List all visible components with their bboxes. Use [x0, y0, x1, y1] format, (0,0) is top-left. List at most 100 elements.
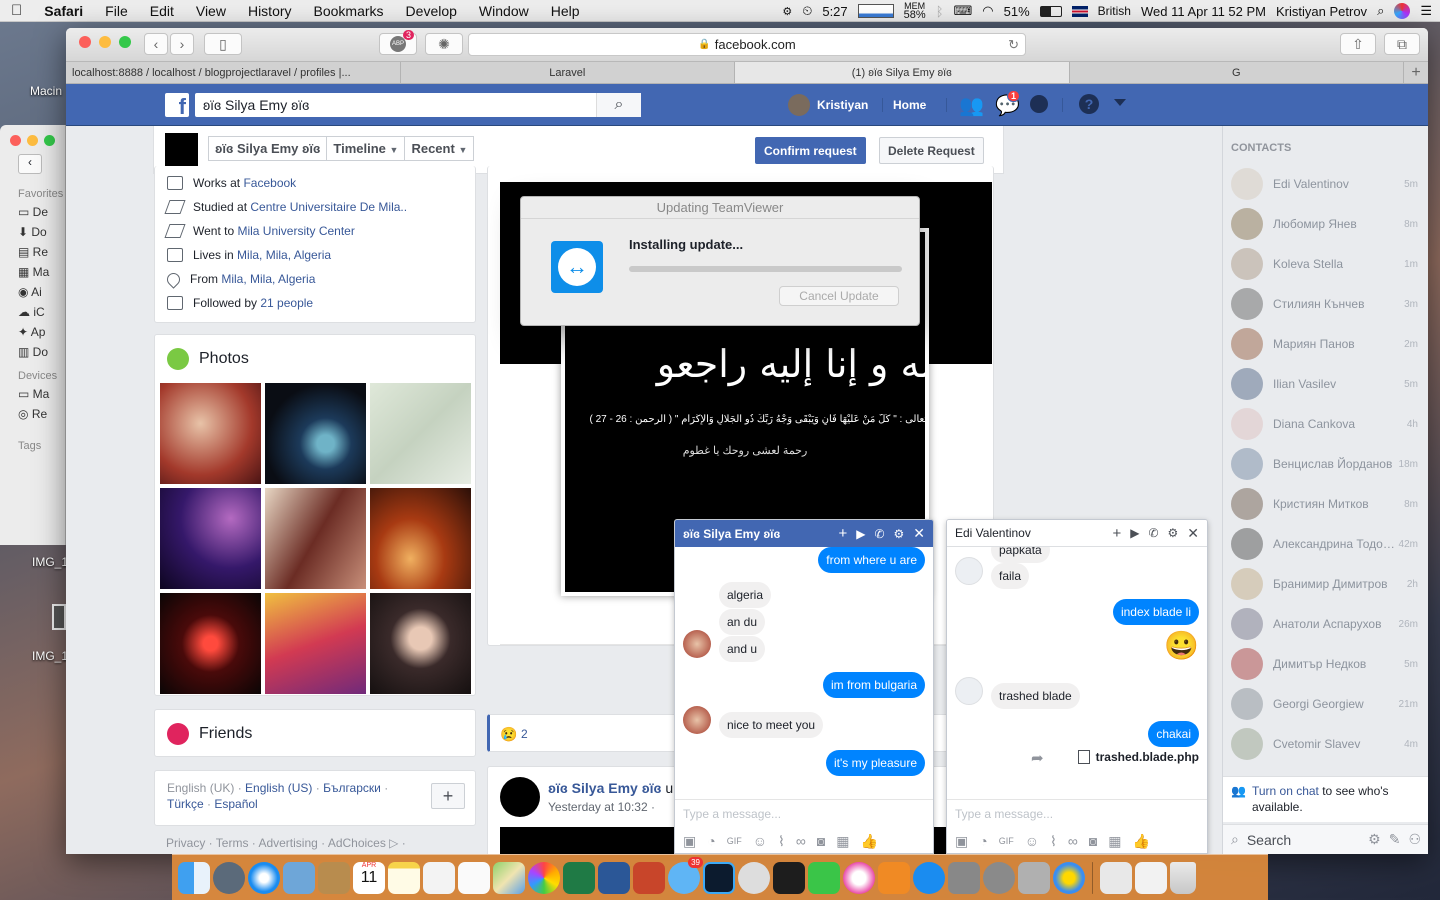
- preview-icon[interactable]: [283, 861, 315, 894]
- chat-title[interactable]: Edi Valentinov: [955, 526, 1104, 540]
- language-tr[interactable]: Türkçe: [167, 797, 204, 811]
- gear-icon[interactable]: ⚙: [1168, 526, 1179, 540]
- terminal-icon[interactable]: [773, 861, 805, 894]
- phone-icon[interactable]: ✆: [874, 527, 884, 541]
- finder-item-applications[interactable]: ✦ Ap: [0, 322, 65, 342]
- chat-input[interactable]: Type a message...: [947, 799, 1207, 827]
- photo-thumbnail[interactable]: [370, 383, 471, 484]
- profile-thumbnail[interactable]: [165, 133, 198, 166]
- intro-link-followers[interactable]: 21 people: [260, 296, 313, 310]
- contacts-app-icon[interactable]: [318, 861, 350, 894]
- finder-minimize-button[interactable]: [27, 135, 38, 146]
- sequel-pro-icon[interactable]: [738, 861, 770, 894]
- contact-item[interactable]: Бранимир Димитров 2h: [1223, 564, 1428, 604]
- address-bar[interactable]: 🔒 facebook.com ↻: [468, 33, 1026, 56]
- fb-home-link[interactable]: Home: [893, 98, 926, 112]
- spotlight-icon[interactable]: ⌕: [1377, 3, 1384, 19]
- desktop-label-hd[interactable]: Macin: [30, 84, 62, 98]
- new-tab-button[interactable]: +: [1404, 62, 1428, 83]
- wifi-icon[interactable]: ◠: [982, 3, 993, 19]
- powerpoint-icon[interactable]: [633, 861, 665, 894]
- fb-footer[interactable]: Privacy · Terms · Advertising · AdChoice…: [166, 836, 406, 850]
- user-menu[interactable]: Kristiyan Petrov: [1276, 4, 1367, 19]
- gear-icon[interactable]: ⚙: [894, 527, 905, 541]
- cpu-graph-icon[interactable]: [857, 4, 894, 18]
- contact-item[interactable]: Cvetomir Slavev 4m: [1223, 724, 1428, 764]
- chat-input[interactable]: Type a message...: [675, 799, 933, 827]
- clock[interactable]: Wed 11 Apr 11 52 PM: [1141, 4, 1266, 19]
- finder-item-desktop[interactable]: ▭ De: [0, 202, 65, 222]
- video-call-icon[interactable]: ▶: [856, 527, 865, 541]
- fb-logo[interactable]: f: [165, 93, 189, 118]
- contact-item[interactable]: Georgi Georgiew 21m: [1223, 684, 1428, 724]
- message-bubble-outgoing[interactable]: index blade li: [1112, 599, 1199, 625]
- contact-item[interactable]: Стилиян Кънчев 3m: [1223, 284, 1428, 324]
- finder-item-mac[interactable]: ▭ Ma: [0, 384, 65, 404]
- desktop-label-img1[interactable]: IMG_1: [32, 555, 68, 569]
- avatar[interactable]: [955, 557, 983, 585]
- itunes-icon[interactable]: [843, 861, 875, 894]
- reaction-count[interactable]: 2: [521, 727, 528, 741]
- timeline-dropdown[interactable]: Timeline ▼: [327, 137, 406, 160]
- avatar[interactable]: [683, 706, 711, 734]
- emoji-message[interactable]: 😀: [1164, 629, 1199, 662]
- language-en-us[interactable]: English (US): [245, 781, 312, 795]
- excel-icon[interactable]: [563, 861, 595, 894]
- contact-item[interactable]: Edi Valentinov 5m: [1223, 164, 1428, 204]
- contact-item[interactable]: Koleva Stella 1m: [1223, 244, 1428, 284]
- notification-center-icon[interactable]: ☰: [1420, 3, 1432, 19]
- keyboard-icon[interactable]: ⌨: [954, 3, 973, 19]
- battery-text[interactable]: 51%: [1004, 4, 1030, 19]
- photo-thumbnail[interactable]: [370, 593, 471, 694]
- timer-icon[interactable]: ⏲: [802, 3, 812, 19]
- link-icon[interactable]: ∞: [796, 833, 806, 849]
- utorrent-icon[interactable]: [1100, 861, 1132, 894]
- desktop-label-img2[interactable]: IMG_1: [32, 649, 68, 663]
- tab-google[interactable]: G: [1070, 62, 1404, 83]
- word-icon[interactable]: [598, 861, 630, 894]
- finder-back-button[interactable]: ‹: [18, 154, 42, 174]
- minimize-button[interactable]: [99, 36, 111, 48]
- photo-thumbnail[interactable]: [160, 383, 261, 484]
- calendar-icon[interactable]: APR 11: [353, 861, 385, 894]
- photo-thumbnail[interactable]: [265, 488, 366, 589]
- message-bubble-outgoing[interactable]: from where u are: [818, 547, 925, 573]
- video-call-icon[interactable]: ▶: [1130, 526, 1139, 540]
- contact-item[interactable]: Кристиян Митков 8m: [1223, 484, 1428, 524]
- camera-icon[interactable]: ◙: [1089, 833, 1097, 849]
- finder-item-recents[interactable]: ▤ Re: [0, 242, 65, 262]
- reminders-icon[interactable]: [458, 861, 490, 894]
- photo-thumbnail[interactable]: [265, 593, 366, 694]
- sad-reaction-icon[interactable]: 😢: [500, 726, 517, 743]
- avatar[interactable]: [683, 630, 711, 658]
- help-icon[interactable]: ?: [1079, 94, 1099, 114]
- menu-history[interactable]: History: [237, 3, 303, 19]
- status-icon[interactable]: ⚙: [782, 5, 792, 18]
- finder-item-documents[interactable]: ▥ Do: [0, 342, 65, 362]
- message-bubble-outgoing[interactable]: it's my pleasure: [826, 750, 925, 776]
- sidebar-button[interactable]: ▯: [204, 33, 242, 55]
- tabs-overview-button[interactable]: ⧉: [1384, 33, 1420, 55]
- close-icon[interactable]: ✕: [913, 525, 925, 542]
- language-bg[interactable]: Български: [323, 781, 381, 795]
- system-preferences-icon[interactable]: [983, 861, 1015, 894]
- finder-item-macintosh[interactable]: ▦ Ma: [0, 262, 65, 282]
- menu-file[interactable]: File: [94, 3, 139, 19]
- post-author[interactable]: ʚïɞ Silya Emy ʚïɞ u: [548, 780, 673, 796]
- back-button[interactable]: ‹: [144, 33, 168, 55]
- gif-icon[interactable]: GIF: [727, 836, 742, 846]
- contact-item[interactable]: Любомир Янев 8m: [1223, 204, 1428, 244]
- photos-icon[interactable]: [528, 861, 560, 894]
- adblock-button[interactable]: ABP 3: [379, 30, 417, 55]
- message-bubble-incoming[interactable]: faila: [991, 563, 1030, 589]
- tab-laravel[interactable]: Laravel: [401, 62, 735, 83]
- extension-button[interactable]: ✺: [425, 33, 463, 55]
- sticker-icon[interactable]: ◔: [979, 833, 987, 849]
- message-bubble-incoming[interactable]: algeria: [719, 582, 772, 608]
- contact-item[interactable]: Ilian Vasilev 5m: [1223, 364, 1428, 404]
- finder-item-airdrop[interactable]: ◉ Ai: [0, 282, 65, 302]
- ibooks-icon[interactable]: [878, 861, 910, 894]
- turn-on-chat-link[interactable]: Turn on chat: [1252, 784, 1319, 798]
- intro-link-center[interactable]: Mila University Center: [237, 224, 354, 238]
- finder-item-remote-disc[interactable]: ◎ Re: [0, 404, 65, 424]
